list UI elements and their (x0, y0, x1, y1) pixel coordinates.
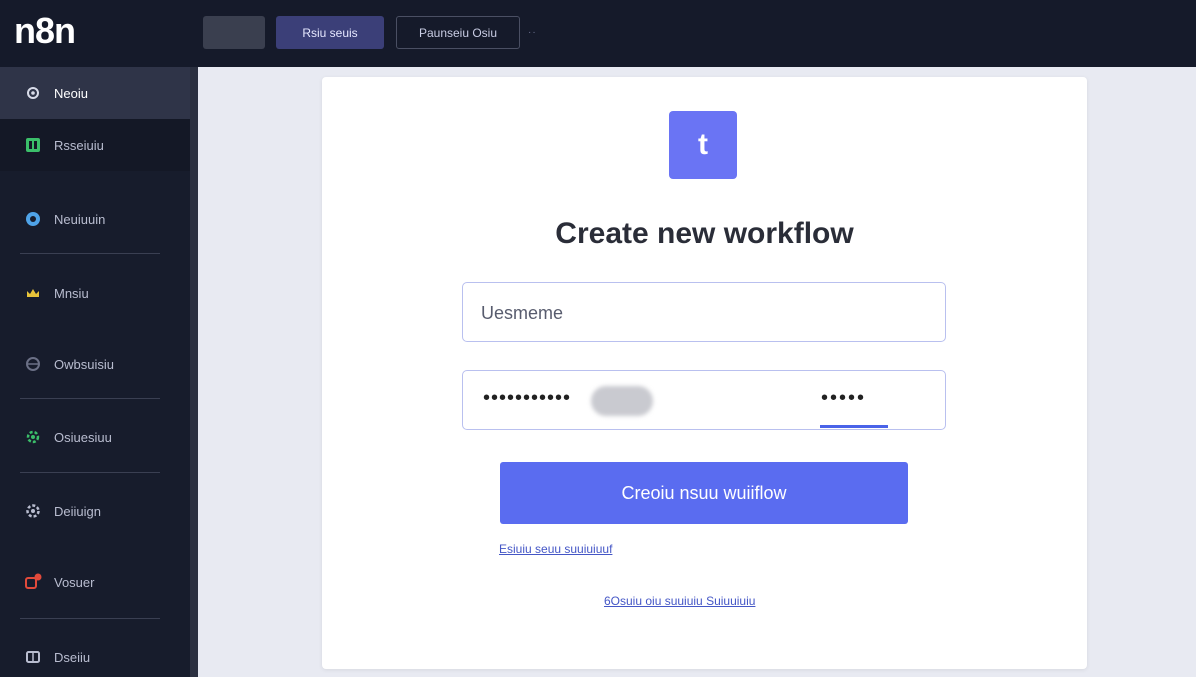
username-field[interactable]: Uesmeme (462, 282, 946, 342)
create-workflow-button[interactable]: Creoiu nsuu wuiiflow (500, 462, 908, 524)
sidebar-item-label: Neoiu (54, 85, 88, 101)
footer-link[interactable]: 6Osuiu oiu suuiuiu Suiuuiuiu (604, 594, 755, 608)
sidebar-divider (20, 253, 160, 254)
sidebar-item-0[interactable]: Neoiu (0, 67, 190, 119)
gear-icon (24, 84, 42, 102)
notification-icon (24, 573, 42, 591)
password-field[interactable]: ••••••••••• ••••• (462, 370, 946, 430)
sidebar-item-2[interactable]: Neuiuuin (0, 193, 190, 245)
cog-icon (24, 428, 42, 446)
sidebar-item-label: Neuiuuin (54, 211, 106, 227)
sidebar-item-3[interactable]: Mnsiu (0, 267, 190, 319)
sidebar-item-5[interactable]: Osiuesiuu (0, 411, 190, 463)
top-primary-button[interactable]: Rsiu seuis (276, 16, 384, 49)
sidebar-item-label: Osiuesiuu (54, 429, 112, 445)
globe-icon (24, 210, 42, 228)
sidebar-item-label: Dseiiu (54, 649, 91, 665)
grid-icon (24, 136, 42, 154)
password-mask-left: ••••••••••• (483, 387, 572, 409)
sidebar-item-label: Deiiuign (54, 503, 101, 519)
sidebar-item-label: Mnsiu (54, 285, 89, 301)
username-placeholder: Uesmeme (481, 303, 564, 323)
sidebar-item-7[interactable]: Vosuer (0, 556, 190, 608)
crown-icon (24, 284, 42, 302)
create-workflow-card: t Create new workflow Uesmeme ••••••••••… (322, 77, 1087, 669)
sidebar-divider (20, 472, 160, 473)
workflow-logo-icon: t (669, 111, 737, 179)
overflow-icon[interactable]: ·· (528, 27, 537, 38)
top-placeholder-button[interactable] (203, 16, 265, 49)
sidebar-item-1[interactable]: Rsseiuiu (0, 119, 190, 171)
password-strength-underline (820, 425, 888, 428)
page-title: Create new workflow (555, 217, 854, 250)
sidebar-divider (20, 398, 160, 399)
sidebar-item-label: Vosuer (54, 574, 95, 590)
sidebar-item-label: Rsseiuiu (54, 137, 104, 153)
sidebar-scrollbar[interactable] (190, 67, 198, 677)
settings-icon (24, 502, 42, 520)
sidebar-item-8[interactable]: Dseiiu (0, 631, 190, 677)
sidebar-item-6[interactable]: Deiiuign (0, 485, 190, 537)
sidebar-divider (20, 618, 160, 619)
password-blur (591, 386, 653, 416)
sidebar-item-4[interactable]: Owbsuisiu (0, 338, 190, 390)
sidebar-item-label: Owbsuisiu (54, 356, 114, 372)
password-mask-right: ••••• (821, 387, 867, 409)
hub-icon (24, 355, 42, 373)
sidebar: Neoiu Rsseiuiu Neuiuuin Mnsiu Owbsuisiu … (0, 67, 198, 677)
top-bar: n8n Rsiu seuis Paunseiu Osiu ·· (0, 0, 1196, 67)
secondary-link[interactable]: Esiuiu seuu suuiuiuuf (499, 542, 612, 556)
top-outline-button[interactable]: Paunseiu Osiu (396, 16, 520, 49)
app-logo[interactable]: n8n (14, 10, 76, 52)
puzzle-icon (24, 648, 42, 666)
